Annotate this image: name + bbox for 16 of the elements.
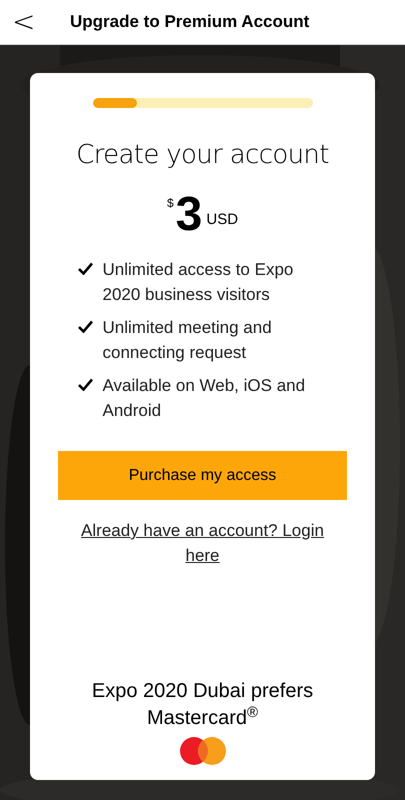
check-icon [78,262,92,275]
purchase-button[interactable]: Purchase my access [58,451,347,500]
mastercard-logo-icon [178,736,226,766]
check-icon [78,320,92,333]
sponsor-text: Expo 2020 Dubai prefers Mastercard$^{®}$ [90,679,314,731]
currency-symbol: $ [166,195,174,212]
price-amount: 3 [176,191,202,239]
heading: Create your account [76,139,329,172]
page-title: Upgrade to Premium Account [70,11,310,34]
check-icon [78,378,92,391]
currency-code: USD [206,210,238,230]
feature-text: Unlimited meeting and connecting request [102,317,273,364]
login-link[interactable]: Already have an account? Login here [72,518,332,568]
back-button[interactable]: < [8,8,40,36]
feature-text: Available on Web, iOS and Android [102,375,306,422]
feature-text: Unlimited access to Expo 2020 business visitors [102,259,294,306]
